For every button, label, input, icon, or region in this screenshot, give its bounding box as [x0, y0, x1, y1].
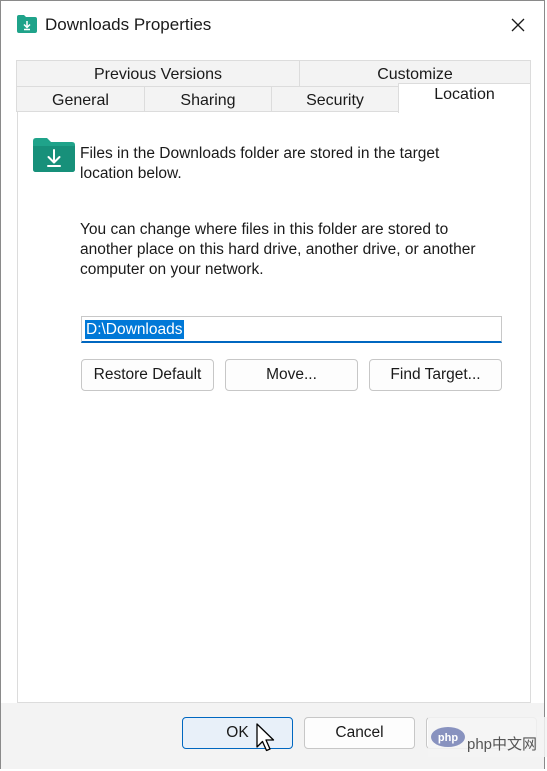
info-text: Files in the Downloads folder are stored…	[80, 145, 440, 182]
mouse-cursor-icon	[256, 723, 275, 752]
find-target-button[interactable]: Find Target...	[369, 359, 502, 391]
window-title: Downloads Properties	[45, 15, 212, 34]
tab-security[interactable]: Security	[271, 86, 399, 112]
properties-window: Downloads Properties Previous Versions C…	[0, 0, 547, 769]
watermark-text: php中文网	[467, 736, 538, 753]
description-text: You can change where files in this folde…	[80, 221, 476, 278]
downloads-folder-icon	[33, 138, 75, 172]
tab-general[interactable]: General	[16, 86, 145, 112]
downloads-folder-icon	[17, 15, 37, 33]
close-button[interactable]	[504, 11, 532, 39]
path-input[interactable]: D:\Downloads	[81, 316, 502, 343]
tab-sharing[interactable]: Sharing	[144, 86, 272, 112]
title-bar: Downloads Properties	[1, 1, 544, 49]
cancel-button[interactable]: Cancel	[304, 717, 415, 749]
move-button[interactable]: Move...	[225, 359, 358, 391]
tab-previous-versions[interactable]: Previous Versions	[16, 60, 300, 87]
close-icon	[511, 18, 525, 32]
tab-location[interactable]: Location	[398, 83, 531, 113]
location-panel	[17, 111, 531, 703]
restore-default-button[interactable]: Restore Default	[81, 359, 214, 391]
svg-text:php: php	[438, 732, 458, 744]
path-value: D:\Downloads	[85, 320, 184, 339]
